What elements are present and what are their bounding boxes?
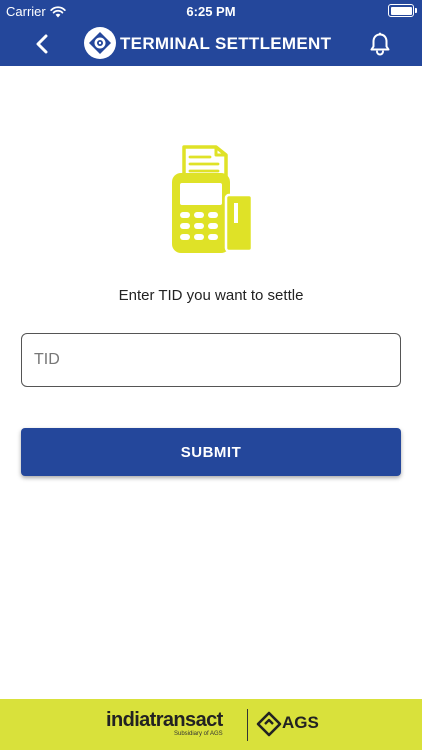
brand-name: indiatransact <box>106 709 223 731</box>
nav-bar: TERMINAL SETTLEMENT <box>0 22 422 66</box>
pos-terminal-icon <box>172 145 254 253</box>
back-button[interactable] <box>28 30 56 58</box>
app-header: Carrier 6:25 PM TERMINAL SETTLEMENT <box>0 0 422 66</box>
footer-banner: indiatransact Subsidiary of AGS AGS <box>0 699 422 750</box>
status-bar: Carrier 6:25 PM <box>0 0 422 22</box>
page-title: TERMINAL SETTLEMENT <box>120 34 332 53</box>
submit-button[interactable]: SUBMIT <box>21 428 401 476</box>
tid-input[interactable] <box>21 333 401 387</box>
settle-prompt: Enter TID you want to settle <box>118 287 304 304</box>
compass-logo-icon <box>89 32 111 54</box>
footer-divider <box>247 709 248 741</box>
ags-logo-icon <box>256 711 282 737</box>
battery-icon <box>388 4 417 17</box>
partner-name: AGS <box>282 713 319 732</box>
brand-tagline: Subsidiary of AGS <box>173 731 223 737</box>
status-time: 6:25 PM <box>186 4 236 19</box>
app-logo <box>84 27 116 59</box>
notifications-button[interactable] <box>366 30 394 58</box>
bell-icon <box>370 32 390 56</box>
indiatransact-logo: indiatransact Subsidiary of AGS <box>106 710 223 737</box>
chevron-left-icon <box>36 34 48 54</box>
